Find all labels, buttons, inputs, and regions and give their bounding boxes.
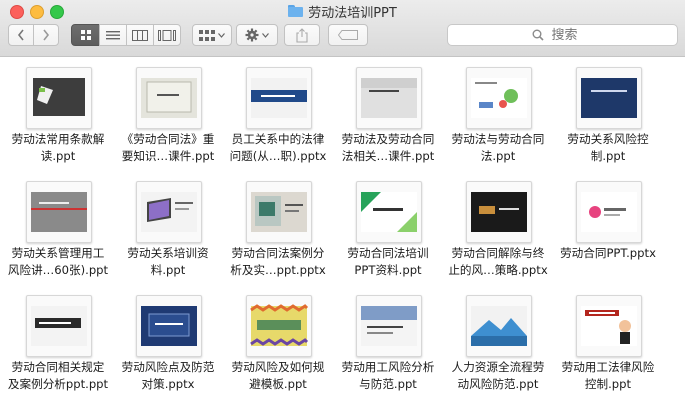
file-item[interactable]: 劳动关系管理用工 风险讲…60张).ppt — [2, 173, 114, 288]
ppt-thumbnail-icon — [466, 295, 532, 357]
file-name-label: 劳动合同法案例分 析及实…ppt.pptx — [230, 246, 326, 277]
grid-icon — [80, 30, 91, 40]
file-item[interactable]: 《劳动合同法》重 要知识…课件.ppt — [112, 59, 224, 174]
file-item[interactable]: 劳动法及劳动合同 法相关…课件.ppt — [332, 59, 444, 174]
share-button[interactable] — [284, 24, 320, 46]
file-item[interactable]: 劳动用工法律风险 控制.ppt — [552, 287, 664, 402]
file-name-label: 劳动合同相关规定 及案例分析ppt.ppt — [7, 360, 109, 391]
nav-buttons — [8, 24, 59, 46]
back-button[interactable] — [8, 24, 34, 46]
file-name-label: 劳动风险点及防范 对策.pptx — [121, 360, 215, 391]
window-title-area: 劳动法培训PPT — [0, 3, 685, 21]
chevron-left-icon — [17, 29, 24, 41]
list-view-button[interactable] — [99, 24, 127, 46]
file-name-label: 劳动用工风险分析 与防范.ppt — [341, 360, 435, 391]
ppt-thumbnail-icon — [136, 181, 202, 243]
chevron-right-icon — [43, 29, 50, 41]
tag-icon — [338, 30, 358, 40]
file-name-label: 劳动关系管理用工 风险讲…60张).ppt — [7, 246, 109, 277]
file-item[interactable]: 劳动法与劳动合同 法.ppt — [442, 59, 554, 174]
chevron-down-icon — [218, 32, 225, 38]
file-item[interactable]: 劳动关系风险控 制.ppt — [552, 59, 664, 174]
ppt-thumbnail-icon — [26, 181, 92, 243]
ppt-thumbnail-icon — [26, 67, 92, 129]
file-name-label: 劳动合同PPT.pptx — [560, 246, 656, 260]
ppt-thumbnail-icon — [26, 295, 92, 357]
finder-window: 劳动法培训PPT 搜索 劳动法常用条款解 读.ppt 《劳动合同法》重 要知识…… — [0, 0, 685, 412]
ppt-thumbnail-icon — [246, 181, 312, 243]
columns-icon — [132, 29, 148, 41]
file-name-label: 劳动合同解除与终 止的风…策略.pptx — [448, 246, 548, 277]
file-item[interactable]: 劳动法常用条款解 读.ppt — [2, 59, 114, 174]
icon-view-button[interactable] — [71, 24, 100, 46]
search-field[interactable] — [447, 24, 678, 46]
file-name-label: 人力资源全流程劳 动风险防范.ppt — [451, 360, 545, 391]
forward-button[interactable] — [33, 24, 59, 46]
column-view-button[interactable] — [126, 24, 154, 46]
file-name-label: 员工关系中的法律 问题(从…职).pptx — [229, 132, 327, 163]
ppt-thumbnail-icon — [246, 295, 312, 357]
arrange-icon — [199, 29, 215, 41]
file-name-label: 劳动关系培训资 料.ppt — [127, 246, 209, 277]
file-item[interactable]: 劳动合同相关规定 及案例分析ppt.ppt — [2, 287, 114, 402]
file-item[interactable]: 劳动用工风险分析 与防范.ppt — [332, 287, 444, 402]
file-name-label: 《劳动合同法》重 要知识…课件.ppt — [121, 132, 215, 163]
ppt-thumbnail-icon — [356, 67, 422, 129]
file-name-label: 劳动法及劳动合同 法相关…课件.ppt — [341, 132, 435, 163]
ppt-thumbnail-icon — [576, 295, 642, 357]
ppt-thumbnail-icon — [246, 67, 312, 129]
file-item[interactable]: 人力资源全流程劳 动风险防范.ppt — [442, 287, 554, 402]
ppt-thumbnail-icon — [356, 181, 422, 243]
ppt-thumbnail-icon — [466, 181, 532, 243]
file-name-label: 劳动风险及如何规 避模板.ppt — [231, 360, 325, 391]
search-icon — [532, 29, 544, 41]
action-button[interactable] — [236, 24, 278, 46]
share-icon — [296, 27, 308, 43]
file-name-label: 劳动关系风险控 制.ppt — [567, 132, 649, 163]
file-item[interactable]: 劳动合同法案例分 析及实…ppt.pptx — [222, 173, 334, 288]
file-grid: 劳动法常用条款解 读.ppt 《劳动合同法》重 要知识…课件.ppt 员工关系中的法… — [0, 57, 685, 412]
view-mode-segment — [71, 24, 181, 46]
file-item[interactable]: 劳动风险及如何规 避模板.ppt — [222, 287, 334, 402]
ppt-thumbnail-icon — [466, 67, 532, 129]
ppt-thumbnail-icon — [576, 67, 642, 129]
file-name-label: 劳动法常用条款解 读.ppt — [11, 132, 105, 163]
file-item[interactable]: 员工关系中的法律 问题(从…职).pptx — [222, 59, 334, 174]
file-name-label: 劳动合同法培训 PPT资料.ppt — [347, 246, 429, 277]
ppt-thumbnail-icon — [356, 295, 422, 357]
file-item[interactable]: 劳动合同PPT.pptx — [552, 173, 664, 288]
gallery-view-button[interactable] — [153, 24, 181, 46]
search-input[interactable] — [549, 26, 594, 44]
folder-icon — [288, 5, 304, 17]
toolbar: 劳动法培训PPT — [0, 0, 685, 57]
tags-button[interactable] — [328, 24, 368, 46]
ppt-thumbnail-icon — [136, 295, 202, 357]
window-title: 劳动法培训PPT — [308, 5, 397, 21]
file-name-label: 劳动法与劳动合同 法.ppt — [451, 132, 545, 163]
gallery-icon — [158, 29, 176, 41]
file-item[interactable]: 劳动合同解除与终 止的风…策略.pptx — [442, 173, 554, 288]
ppt-thumbnail-icon — [136, 67, 202, 129]
file-item[interactable]: 劳动合同法培训 PPT资料.ppt — [332, 173, 444, 288]
ppt-thumbnail-icon — [576, 181, 642, 243]
gear-icon — [245, 28, 259, 42]
chevron-down-icon — [262, 32, 269, 38]
arrange-button[interactable] — [192, 24, 232, 46]
file-item[interactable]: 劳动风险点及防范 对策.pptx — [112, 287, 224, 402]
file-item[interactable]: 劳动关系培训资 料.ppt — [112, 173, 224, 288]
list-icon — [106, 30, 120, 39]
file-name-label: 劳动用工法律风险 控制.ppt — [561, 360, 655, 391]
